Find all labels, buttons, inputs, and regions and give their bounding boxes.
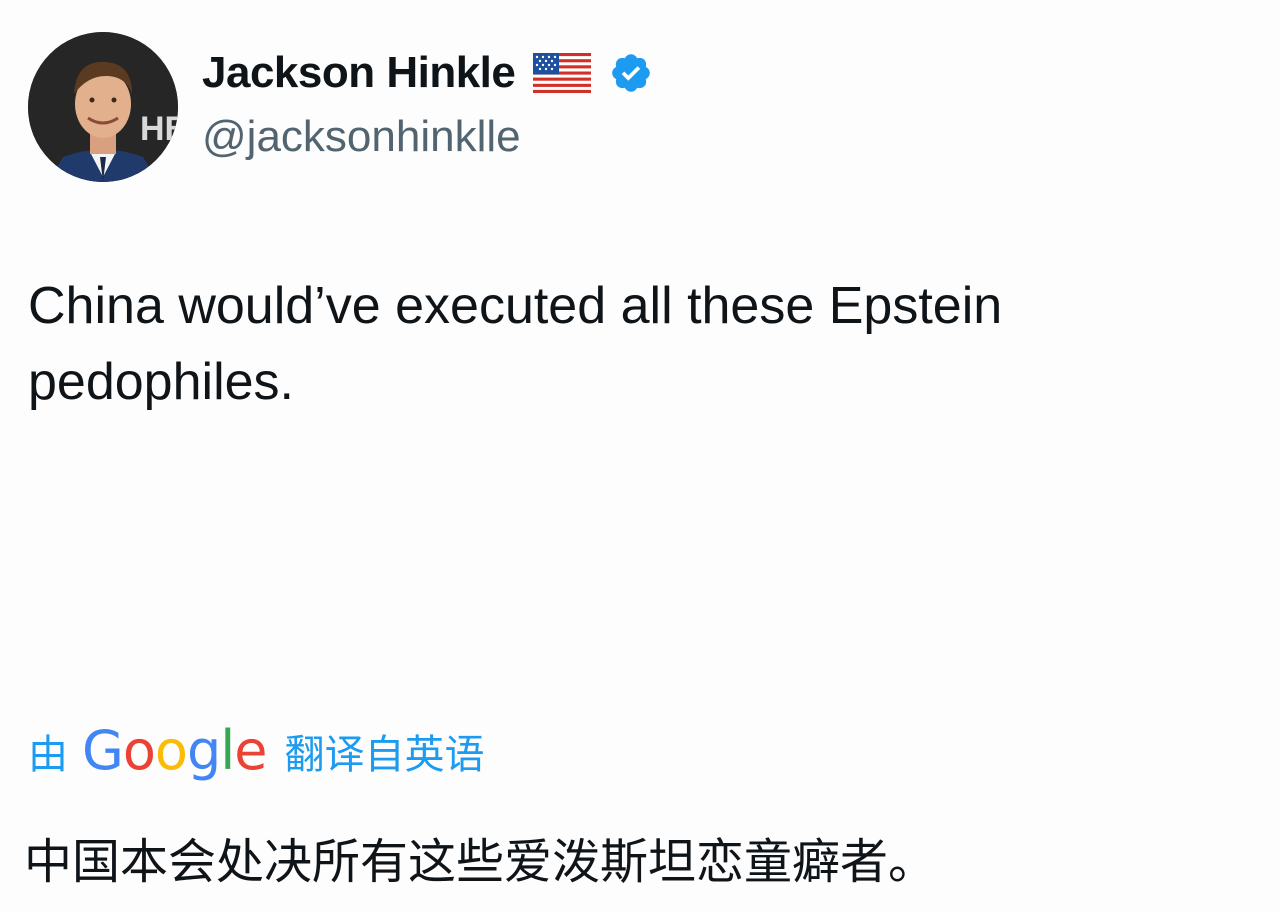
verified-badge-icon [612,54,651,92]
translation-prefix: 由 [28,733,68,777]
google-letter: o [154,719,188,782]
google-letter: g [186,719,221,782]
us-flag-icon [533,53,592,93]
translated-tweet-text: 中国本会处决所有这些爱泼斯坦恋童癖者。 [24,834,937,890]
avatar-backdrop-text: HB [140,110,178,148]
translation-suffix: 翻译自英语 [284,733,485,777]
google-letter: l [220,719,235,782]
avatar[interactable]: HB [28,32,178,182]
tweet-text: China would’ve executed all these Epstei… [28,277,1003,411]
google-letter: G [82,719,124,782]
author-name-row: Jackson Hinkle [202,48,653,98]
author-display-name[interactable]: Jackson Hinkle [202,48,516,98]
author-handle[interactable]: @jacksonhinklle [202,112,521,162]
translation-attribution[interactable]: 由 Google 翻译自英语 [28,722,484,780]
avatar-image: HB [28,32,178,182]
google-logo: Google [82,724,267,778]
google-letter: o [122,719,156,782]
google-letter: e [234,719,267,782]
